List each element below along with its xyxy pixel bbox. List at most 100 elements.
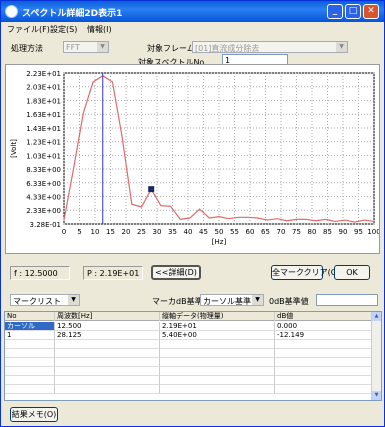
db-ref-value: カーソル基準 [203,297,251,306]
x-tick-label: 45 [199,228,208,236]
table-cell[interactable]: 5.40E+00 [160,331,275,340]
method-select[interactable]: FFT ▼ [63,41,109,53]
x-tick-label: 65 [261,228,270,236]
table-cell[interactable]: 12.500 [55,322,160,331]
table-header: No 周波数[Hz] 縦軸データ(物理量) dB値 [5,312,372,321]
frame-select[interactable]: [01]直流成分除去 ▼ [192,41,348,53]
close-button[interactable]: ✕ [363,4,379,19]
ok-button[interactable]: OK [334,265,370,280]
table-cell[interactable] [275,358,372,367]
x-tick-label: 20 [122,228,131,236]
table-cell[interactable] [55,349,160,358]
x-tick-label: 90 [339,228,348,236]
table-row[interactable]: 1 28.125 5.40E+00 -12.149 [5,331,372,340]
x-tick-label: 100 [367,228,379,236]
table-cell[interactable] [275,340,372,349]
table-cell[interactable] [160,385,275,394]
chevron-down-icon[interactable]: ▼ [336,42,347,52]
table-row[interactable] [5,367,372,376]
menu-info[interactable]: 情報(I) [87,24,112,35]
table-row[interactable] [5,376,372,385]
chevron-down-icon[interactable]: ▼ [252,295,263,305]
table-cell[interactable]: 0.000 [275,322,372,331]
marker-list-select[interactable]: マークリスト ▼ [10,294,80,306]
result-memo-button[interactable]: 結果メモ(O) [10,407,58,422]
table-cell[interactable]: 28.125 [55,331,160,340]
chart-svg: 2.23E+01 2.03E+01 1.83E+01 1.63E+01 1.43E+01… [10,70,381,246]
table-cell[interactable] [160,340,275,349]
table-cell[interactable] [160,349,275,358]
table-cell[interactable] [5,349,55,358]
detail-button[interactable]: <<詳細(D) [151,265,201,280]
table-cell[interactable] [275,376,372,385]
menu-file[interactable]: ファイル(F) [7,24,50,35]
table-cell[interactable] [275,367,372,376]
table-row[interactable] [5,358,372,367]
marker-list-value: マークリスト [13,297,61,306]
y-tick-label: 3.28E-01 [30,221,61,229]
menu-bar: ファイル(F) 設定(S) 情報(I) [1,22,384,36]
x-axis-label: [Hz] [212,238,227,246]
app-icon [5,5,18,18]
x-tick-label: 15 [106,228,115,236]
table-cell[interactable]: カーソル [5,322,55,331]
table-cell[interactable]: -12.149 [275,331,372,340]
chevron-down-icon[interactable]: ▼ [68,295,79,305]
freq-status: f : 12.5000 [10,266,70,280]
table-cell[interactable]: 2.19E+01 [160,322,275,331]
table-cell[interactable]: 1 [5,331,55,340]
y-tick-label: 2.23E+01 [26,70,61,78]
x-tick-label: 30 [153,228,162,236]
x-tick-label: 35 [168,228,177,236]
table-cell[interactable] [5,367,55,376]
table-row[interactable] [5,349,372,358]
table-cell[interactable] [275,349,372,358]
menu-settings[interactable]: 設定(S) [50,24,77,35]
header-no[interactable]: No [5,312,55,321]
method-label: 処理方法 [11,44,43,53]
table-scrollbar[interactable]: ▲ ▼ [371,312,381,400]
x-tick-label: 85 [323,228,332,236]
table-cell[interactable] [55,385,160,394]
table-cell[interactable] [55,358,160,367]
table-row[interactable]: カーソル 12.500 2.19E+01 0.000 [5,322,372,331]
table-cell[interactable] [160,367,275,376]
x-tick-label: 25 [137,228,146,236]
scroll-up-icon[interactable]: ▲ [372,312,381,321]
table-cell[interactable] [5,385,55,394]
table-cell[interactable] [160,358,275,367]
y-tick-label: 4.33E+00 [26,193,61,201]
table-cell[interactable] [55,376,160,385]
y-tick-label: 8.33E+00 [26,166,61,174]
zero-db-input[interactable] [316,294,378,306]
table-cell[interactable] [5,340,55,349]
table-cell[interactable] [55,367,160,376]
header-value[interactable]: 縦軸データ(物理量) [160,312,275,321]
table-row[interactable] [5,385,372,394]
header-freq[interactable]: 周波数[Hz] [55,312,160,321]
table-cell[interactable] [5,358,55,367]
db-ref-select[interactable]: カーソル基準 ▼ [200,294,264,306]
marker-point [148,186,155,193]
scroll-down-icon[interactable]: ▼ [372,391,381,400]
marker-table: No 周波数[Hz] 縦軸データ(物理量) dB値 カーソル 12.500 2.19… [4,311,382,401]
chevron-down-icon[interactable]: ▼ [97,42,108,52]
spectrum-chart[interactable]: 2.23E+01 2.03E+01 1.83E+01 1.63E+01 1.43E+01… [5,64,381,254]
freq-value: f : 12.5000 [14,269,58,278]
peak-value: P : 2.19E+01 [87,269,140,278]
minimize-button[interactable]: _ [327,4,343,19]
title-bar[interactable]: スペクトル詳細2D表示1 _ □ ✕ [1,1,384,22]
y-tick-label: 2.33E+00 [26,207,61,215]
table-cell[interactable] [5,376,55,385]
table-cell[interactable] [55,340,160,349]
clear-markers-button[interactable]: 全マーククリア(C) [271,265,340,280]
y-tick-label: 1.63E+01 [26,111,61,119]
window-title: スペクトル詳細2D表示1 [22,9,123,19]
x-tick-label: 55 [230,228,239,236]
table-cell[interactable] [160,376,275,385]
maximize-button[interactable]: □ [345,4,361,19]
table-cell[interactable] [275,385,372,394]
x-tick-label: 5 [77,228,81,236]
header-db[interactable]: dB値 [275,312,372,321]
table-row[interactable] [5,340,372,349]
